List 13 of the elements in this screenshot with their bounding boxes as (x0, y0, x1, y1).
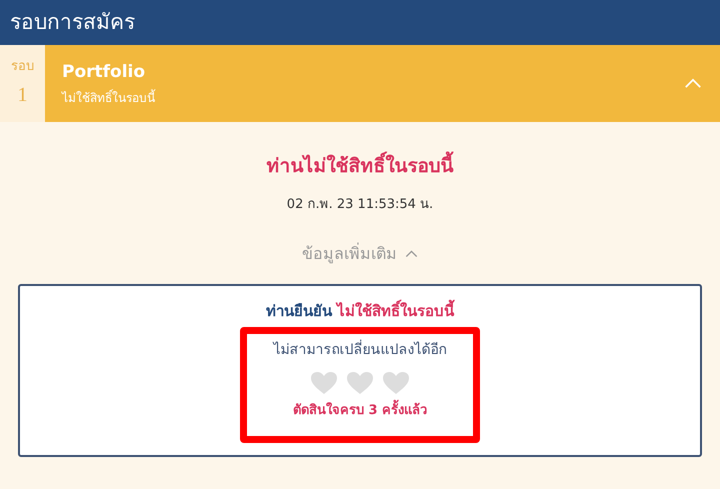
round-row[interactable]: รอบ 1 Portfolio ไม่ใช้สิทธิ์ในรอบนี้ (0, 45, 720, 122)
round-subtitle: ไม่ใช้สิทธิ์ในรอบนี้ (62, 88, 156, 107)
confirmation-text: ท่านยืนยัน ไม่ใช้สิทธิ์ในรอบนี้ (266, 300, 454, 322)
round-label: รอบ (11, 58, 34, 76)
chevron-up-icon[interactable] (405, 250, 418, 258)
timestamp: 02 ก.พ. 23 11:53:54 น. (286, 196, 434, 214)
notice-text: ไม่สามารถเปลี่ยนแปลงได้อีก (274, 340, 446, 360)
header-title: รอบการสมัคร (10, 8, 135, 36)
round-title: Portfolio (62, 61, 146, 84)
more-info-toggle[interactable]: ข้อมูลเพิ่มเติม (302, 242, 418, 266)
status-title: ท่านไม่ใช้สิทธิ์ในรอบนี้ (266, 152, 454, 180)
round-number: 1 (18, 83, 28, 108)
decision-count: ตัดสินใจครบ 3 ครั้งแล้ว (292, 400, 428, 420)
